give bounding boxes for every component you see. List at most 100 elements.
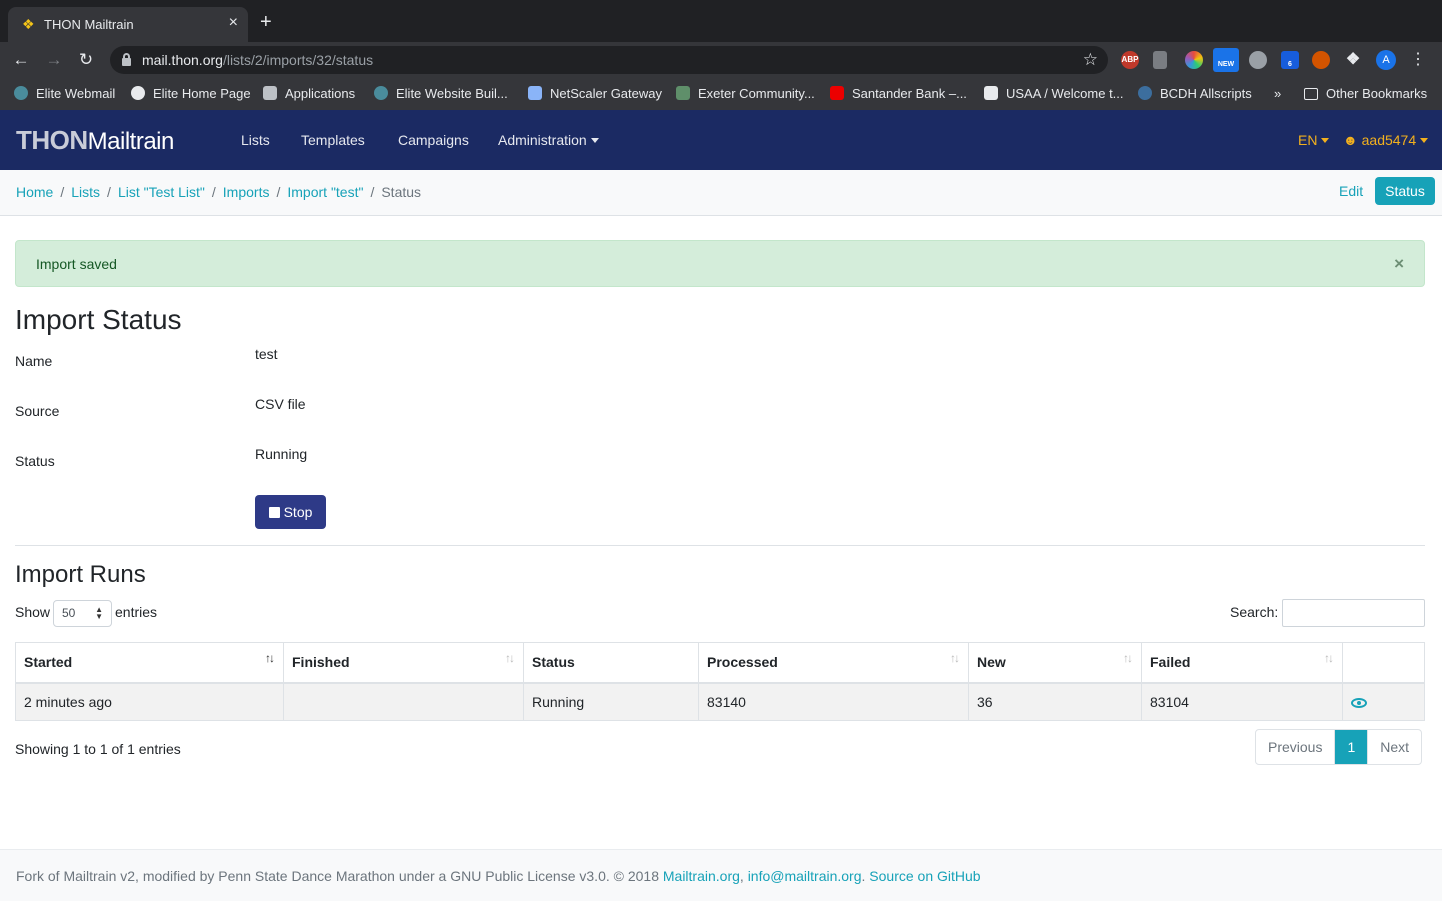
globe-icon [131, 86, 145, 100]
sort-arrows-icon: ▲ ▼ [95, 605, 103, 621]
adblock-extension-icon[interactable]: ABP [1121, 51, 1139, 69]
new-badge-extension-icon[interactable]: NEW [1213, 48, 1239, 72]
user-menu[interactable]: ☻ aad5474 [1343, 132, 1429, 148]
bookmark-item[interactable]: Elite Home Page [131, 86, 251, 101]
browser-menu-icon[interactable]: ⋮ [1410, 49, 1426, 69]
table-header-row: Started ↑↓ Finished ↑↓ Status Processed ↑↓ … [15, 642, 1425, 684]
sort-icon: ↑↓ [265, 651, 275, 665]
nav-administration[interactable]: Administration [498, 132, 599, 148]
previous-button[interactable]: Previous [1256, 730, 1334, 764]
divider [15, 545, 1425, 546]
nav-templates[interactable]: Templates [301, 132, 365, 148]
page-length-select[interactable]: 50 ▲ ▼ [53, 600, 112, 627]
user-icon: ☻ [1343, 132, 1358, 148]
status-value: Running [255, 446, 308, 462]
tab-title: THON Mailtrain [44, 17, 134, 32]
mailtrain-link[interactable]: Mailtrain.org [663, 868, 740, 884]
email-link[interactable]: info@mailtrain.org [748, 868, 862, 884]
nav-campaigns[interactable]: Campaigns [398, 132, 469, 148]
website-builder-icon [374, 86, 388, 100]
edit-tab[interactable]: Edit [1339, 183, 1363, 199]
search-input[interactable] [1282, 599, 1425, 627]
github-link[interactable]: Source on GitHub [869, 868, 980, 884]
brand-mailtrain: Mailtrain [87, 128, 175, 155]
browser-tab[interactable]: ❖ THON Mailtrain × [8, 7, 248, 42]
lock-icon [122, 53, 131, 66]
search-label: Search: [1230, 604, 1279, 620]
cell-new: 36 [968, 682, 1142, 721]
alert-message: Import saved [36, 256, 117, 272]
bookmarks-bar: Elite Webmail Elite Home Page Applicatio… [0, 78, 1442, 110]
other-bookmarks-folder[interactable]: Other Bookmarks [1304, 86, 1427, 101]
office-extension-icon[interactable] [1153, 51, 1167, 69]
close-tab-icon[interactable]: × [229, 14, 238, 32]
success-alert: Import saved × [15, 240, 1425, 287]
forward-arrow-icon[interactable]: → [43, 49, 65, 71]
reload-icon[interactable]: ↻ [75, 49, 97, 71]
bookmark-star-icon[interactable]: ☆ [1083, 50, 1098, 70]
profile-avatar[interactable]: A [1376, 50, 1396, 70]
gear-extension-icon[interactable] [1249, 51, 1267, 69]
breadcrumb-lists[interactable]: Lists [71, 184, 100, 200]
next-button[interactable]: Next [1367, 730, 1421, 764]
bookmark-item[interactable]: BCDH Allscripts [1138, 86, 1252, 101]
stop-button[interactable]: Stop [255, 495, 326, 529]
sort-icon: ↑↓ [505, 651, 515, 665]
nav-lists[interactable]: Lists [241, 132, 270, 148]
close-icon[interactable]: × [1394, 254, 1404, 274]
bookmark-item[interactable]: Applications [263, 86, 355, 101]
chevron-down-icon [1420, 138, 1429, 143]
breadcrumb-home[interactable]: Home [16, 184, 53, 200]
import-runs-title: Import Runs [15, 561, 146, 588]
table-info: Showing 1 to 1 of 1 entries [15, 741, 181, 757]
show-label: Show [15, 604, 51, 620]
app-navbar: THONMailtrain Lists Templates Campaigns … [0, 110, 1442, 170]
bookmark-item[interactable]: NetScaler Gateway [528, 86, 662, 101]
column-failed[interactable]: Failed ↑↓ [1141, 642, 1343, 684]
address-bar[interactable]: mail.thon.org/lists/2/imports/32/status … [110, 46, 1108, 74]
more-bookmarks-icon[interactable]: » [1274, 86, 1281, 101]
sort-icon: ↑↓ [1324, 651, 1334, 665]
status-tab[interactable]: Status [1375, 177, 1435, 205]
language-menu[interactable]: EN [1298, 132, 1330, 148]
browser-toolbar: ← → ↻ mail.thon.org/lists/2/imports/32/s… [0, 42, 1442, 78]
status-label: Status [15, 453, 55, 469]
breadcrumb-list[interactable]: List "Test List" [118, 184, 205, 200]
column-processed[interactable]: Processed ↑↓ [698, 642, 969, 684]
import-status-title: Import Status [15, 304, 182, 335]
brand-logo[interactable]: THONMailtrain [16, 126, 174, 156]
bookmark-item[interactable]: Elite Webmail [14, 86, 115, 101]
chevron-down-icon [590, 138, 599, 143]
source-value: CSV file [255, 396, 306, 412]
new-tab-icon[interactable]: + [260, 12, 272, 32]
breadcrumb-imports[interactable]: Imports [223, 184, 270, 200]
cell-finished [283, 682, 524, 721]
bitwarden-extension-icon[interactable]: 6 [1281, 51, 1299, 69]
bookmark-item[interactable]: Exeter Community... [676, 86, 815, 101]
basketball-extension-icon[interactable] [1312, 51, 1330, 69]
page-1-button[interactable]: 1 [1334, 730, 1368, 764]
column-status[interactable]: Status [523, 642, 699, 684]
color-extension-icon[interactable] [1185, 51, 1203, 69]
footer: Fork of Mailtrain v2, modified by Penn S… [0, 849, 1442, 901]
sort-icon: ↑↓ [950, 651, 960, 665]
breadcrumb-import[interactable]: Import "test" [287, 184, 363, 200]
column-finished[interactable]: Finished ↑↓ [283, 642, 524, 684]
column-started[interactable]: Started ↑↓ [15, 642, 284, 684]
column-new[interactable]: New ↑↓ [968, 642, 1142, 684]
source-label: Source [15, 403, 60, 419]
breadcrumb: Home / Lists / List "Test List" / Imports / Impo… [16, 184, 422, 200]
bookmark-item[interactable]: Santander Bank –... [830, 86, 967, 101]
cell-processed: 83140 [698, 682, 969, 721]
import-runs-table: Started ↑↓ Finished ↑↓ Status Processed ↑↓ … [15, 642, 1425, 721]
eye-icon[interactable] [1351, 697, 1367, 708]
bookmark-item[interactable]: Elite Website Buil... [374, 86, 508, 101]
back-arrow-icon[interactable]: ← [10, 49, 32, 71]
bookmark-item[interactable]: USAA / Welcome t... [984, 86, 1124, 101]
stop-icon [268, 507, 280, 518]
folder-icon [1304, 88, 1318, 100]
puzzle-extensions-icon[interactable]: ❖ [1344, 51, 1362, 69]
ribbon-favicon-icon: ❖ [22, 16, 35, 32]
santander-icon [830, 86, 844, 100]
sort-icon: ↑↓ [1123, 651, 1133, 665]
